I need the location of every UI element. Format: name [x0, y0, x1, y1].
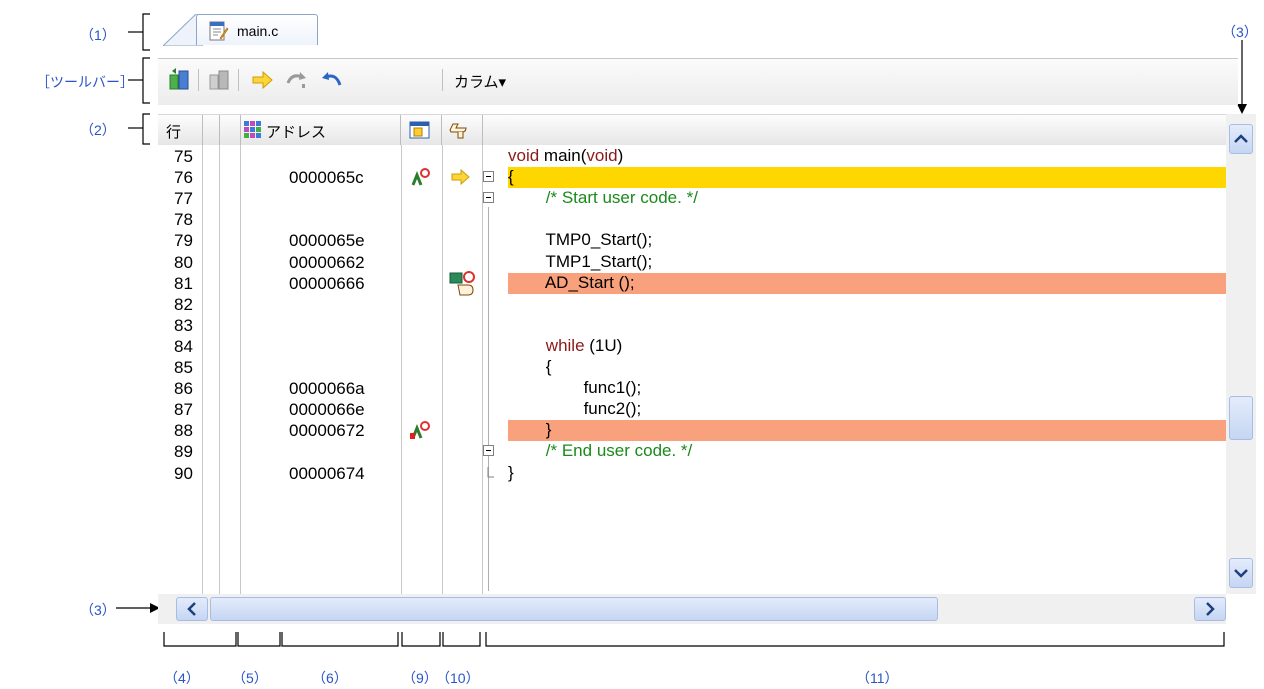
source-code-line[interactable]	[508, 294, 1226, 315]
line-number: 81	[174, 273, 193, 293]
source-code-line[interactable]: TMP0_Start();	[508, 230, 1226, 251]
source-code-line[interactable]: }	[508, 420, 1226, 442]
sync-disasm-icon[interactable]	[206, 67, 232, 93]
header-col9[interactable]	[401, 115, 442, 145]
source-code-line[interactable]	[508, 315, 1226, 336]
header-col-grid[interactable]	[220, 115, 241, 145]
scroll-right-button[interactable]	[1194, 597, 1226, 621]
source-row[interactable]: 75 void main(void)	[158, 146, 1226, 167]
address: 00000666	[289, 273, 365, 293]
scroll-left-button[interactable]	[176, 597, 208, 621]
column-header: 行 アドレス	[158, 114, 1226, 146]
source-row[interactable]: 78	[158, 209, 1226, 230]
source-row[interactable]: 82	[158, 294, 1226, 315]
address: 0000065c	[289, 168, 364, 188]
address: 0000066a	[289, 379, 365, 399]
header-col10[interactable]	[442, 115, 483, 145]
source-row[interactable]: 81 00000666 AD_Start ();	[158, 270, 1226, 296]
header-line[interactable]: 行	[158, 115, 203, 145]
address: 00000672	[289, 421, 365, 441]
line-number: 85	[174, 358, 193, 377]
line-number: 89	[174, 442, 193, 462]
chevron-right-icon	[1206, 602, 1215, 616]
hand-pointer-icon	[449, 123, 467, 139]
source-code-line[interactable]: func1();	[508, 378, 1226, 399]
source-editor[interactable]: 75 void main(void) 76 0000065c {77 /* Start …	[158, 145, 1226, 594]
header-line-label: 行	[166, 124, 182, 141]
chevron-down-icon	[1234, 569, 1248, 578]
scroll-down-button[interactable]	[1229, 558, 1253, 588]
source-code-line[interactable]: /* Start user code. */	[508, 188, 1226, 209]
line-number: 76	[174, 168, 193, 188]
source-row[interactable]: 88 00000672 }	[158, 420, 1226, 442]
header-col5[interactable]	[203, 115, 220, 145]
vertical-scroll-thumb[interactable]	[1229, 396, 1253, 440]
fold-end-icon	[487, 466, 494, 477]
line-number: 78	[174, 210, 193, 230]
line-number: 82	[174, 294, 193, 314]
chevron-left-icon	[187, 602, 196, 616]
line-number: 83	[174, 315, 193, 335]
source-file-icon	[209, 21, 229, 41]
source-code-line[interactable]: void main(void)	[508, 146, 1226, 167]
line-number: 90	[174, 463, 193, 483]
vertical-scrollbar[interactable]	[1226, 114, 1256, 594]
line-number: 80	[174, 252, 193, 272]
column-menu[interactable]: カラム▾	[454, 71, 506, 92]
go-forward-icon[interactable]	[284, 67, 310, 93]
tab-label: main.c	[237, 23, 279, 39]
source-code-line[interactable]: AD_Start ();	[508, 272, 1226, 294]
go-back-icon[interactable]	[318, 67, 344, 93]
source-row[interactable]: 77 /* Start user code. */	[158, 188, 1226, 209]
source-row[interactable]: 79 0000065e TMP0_Start();	[158, 230, 1226, 251]
horizontal-scrollbar[interactable]	[158, 594, 1226, 624]
sync-source-icon[interactable]	[166, 67, 192, 93]
horizontal-scroll-thumb[interactable]	[210, 597, 938, 621]
toolbar: カラム▾	[158, 58, 1238, 105]
source-row[interactable]: 90 00000674}	[158, 463, 1226, 484]
source-row[interactable]: 83	[158, 315, 1226, 336]
source-code-line[interactable]: {	[508, 357, 1226, 378]
source-row[interactable]: 86 0000066a func1();	[158, 378, 1226, 399]
source-row[interactable]: 76 0000065c {	[158, 167, 1226, 189]
fold-collapse-icon[interactable]	[483, 171, 495, 185]
source-row[interactable]: 84 while (1U)	[158, 336, 1226, 357]
fold-collapse-icon[interactable]	[483, 445, 495, 459]
line-number: 79	[174, 231, 193, 251]
source-code-line[interactable]	[508, 209, 1226, 230]
line-number: 75	[174, 147, 193, 166]
line-number: 86	[174, 379, 193, 399]
tab-main-c[interactable]: main.c	[196, 14, 318, 45]
source-row[interactable]: 89 /* End user code. */	[158, 441, 1226, 462]
event-window-icon	[409, 121, 430, 139]
current-pc-arrow-icon	[451, 168, 470, 186]
header-address[interactable]: アドレス	[240, 115, 401, 145]
address: 00000662	[289, 252, 365, 272]
line-number: 84	[174, 336, 193, 356]
source-code-line[interactable]: {	[508, 167, 1226, 189]
show-current-pc-icon[interactable]	[250, 67, 276, 93]
address: 00000674	[289, 463, 365, 483]
source-code-line[interactable]: while (1U)	[508, 336, 1226, 357]
source-code-line[interactable]: TMP1_Start();	[508, 252, 1226, 273]
address: 0000065e	[289, 231, 365, 251]
event-marker-icon[interactable]	[409, 167, 433, 187]
source-code-line[interactable]: /* End user code. */	[508, 441, 1226, 462]
chevron-up-icon	[1234, 134, 1248, 143]
header-address-label: アドレス	[266, 124, 327, 141]
source-code-line[interactable]: }	[508, 463, 1226, 484]
source-row[interactable]: 80 00000662 TMP1_Start();	[158, 252, 1226, 273]
source-row[interactable]: 85 {	[158, 357, 1226, 378]
source-row[interactable]: 87 0000066e func2();	[158, 399, 1226, 420]
address: 0000066e	[289, 400, 365, 420]
fold-collapse-icon[interactable]	[483, 192, 495, 206]
line-number: 88	[174, 421, 193, 441]
line-number: 77	[174, 189, 193, 209]
event-marker-icon[interactable]	[409, 420, 433, 440]
hand-breakpoint-icon[interactable]	[448, 269, 478, 297]
scroll-up-button[interactable]	[1229, 124, 1253, 154]
line-number: 87	[174, 400, 193, 420]
source-code-line[interactable]: func2();	[508, 399, 1226, 420]
